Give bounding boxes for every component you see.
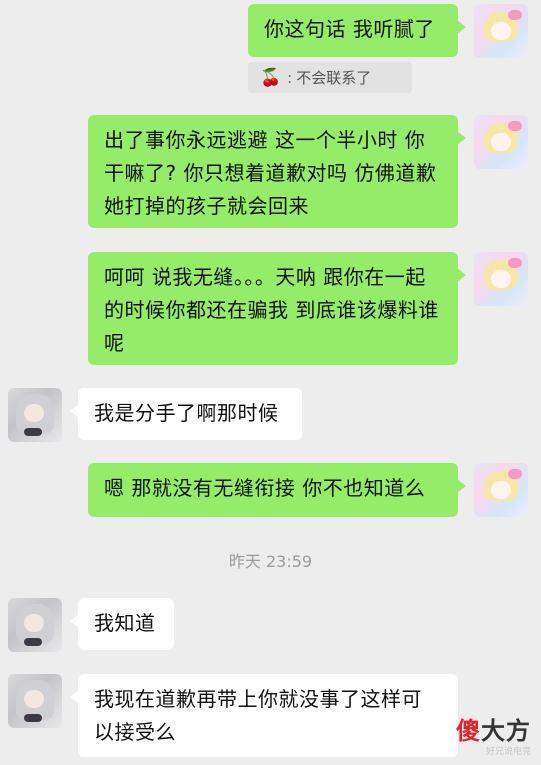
message-bubble-received[interactable]: 我现在道歉再带上你就没事了这样可以接受么	[70, 674, 458, 757]
my-avatar[interactable]	[474, 463, 528, 517]
my-avatar[interactable]	[474, 4, 528, 58]
watermark-logo: 傻大方	[456, 717, 531, 745]
contact-avatar[interactable]	[8, 598, 62, 652]
contact-avatar[interactable]	[8, 388, 62, 442]
contact-avatar[interactable]	[8, 674, 62, 728]
my-avatar[interactable]	[474, 252, 528, 306]
message-bubble-sent[interactable]: 嗯 那就没有无缝衔接 你不也知道么	[88, 463, 466, 517]
message-bubble-sent[interactable]: 呵呵 说我无缝。。。天呐 跟你在一起的时候你都还在骗我 到底谁该爆料谁呢	[88, 252, 466, 365]
message-bubble-sent[interactable]: 你这句话 我听腻了	[248, 4, 466, 57]
cherry-icon: 🍒	[260, 67, 282, 88]
watermark: 傻大方 好兄说电竞	[456, 711, 531, 757]
quoted-message[interactable]: 🍒 : 不会联系了	[248, 62, 412, 93]
quoted-text: 不会联系了	[296, 69, 372, 87]
timestamp: 昨天 23:59	[228, 552, 313, 571]
message-bubble-sent[interactable]: 出了事你永远逃避 这一个半小时 你干嘛了? 你只想着道歉对吗 仿佛道歉 她打掉的…	[88, 115, 466, 228]
message-bubble-received[interactable]: 我知道	[70, 598, 174, 650]
my-avatar[interactable]	[474, 115, 528, 169]
message-bubble-received[interactable]: 我是分手了啊那时候	[70, 388, 302, 440]
